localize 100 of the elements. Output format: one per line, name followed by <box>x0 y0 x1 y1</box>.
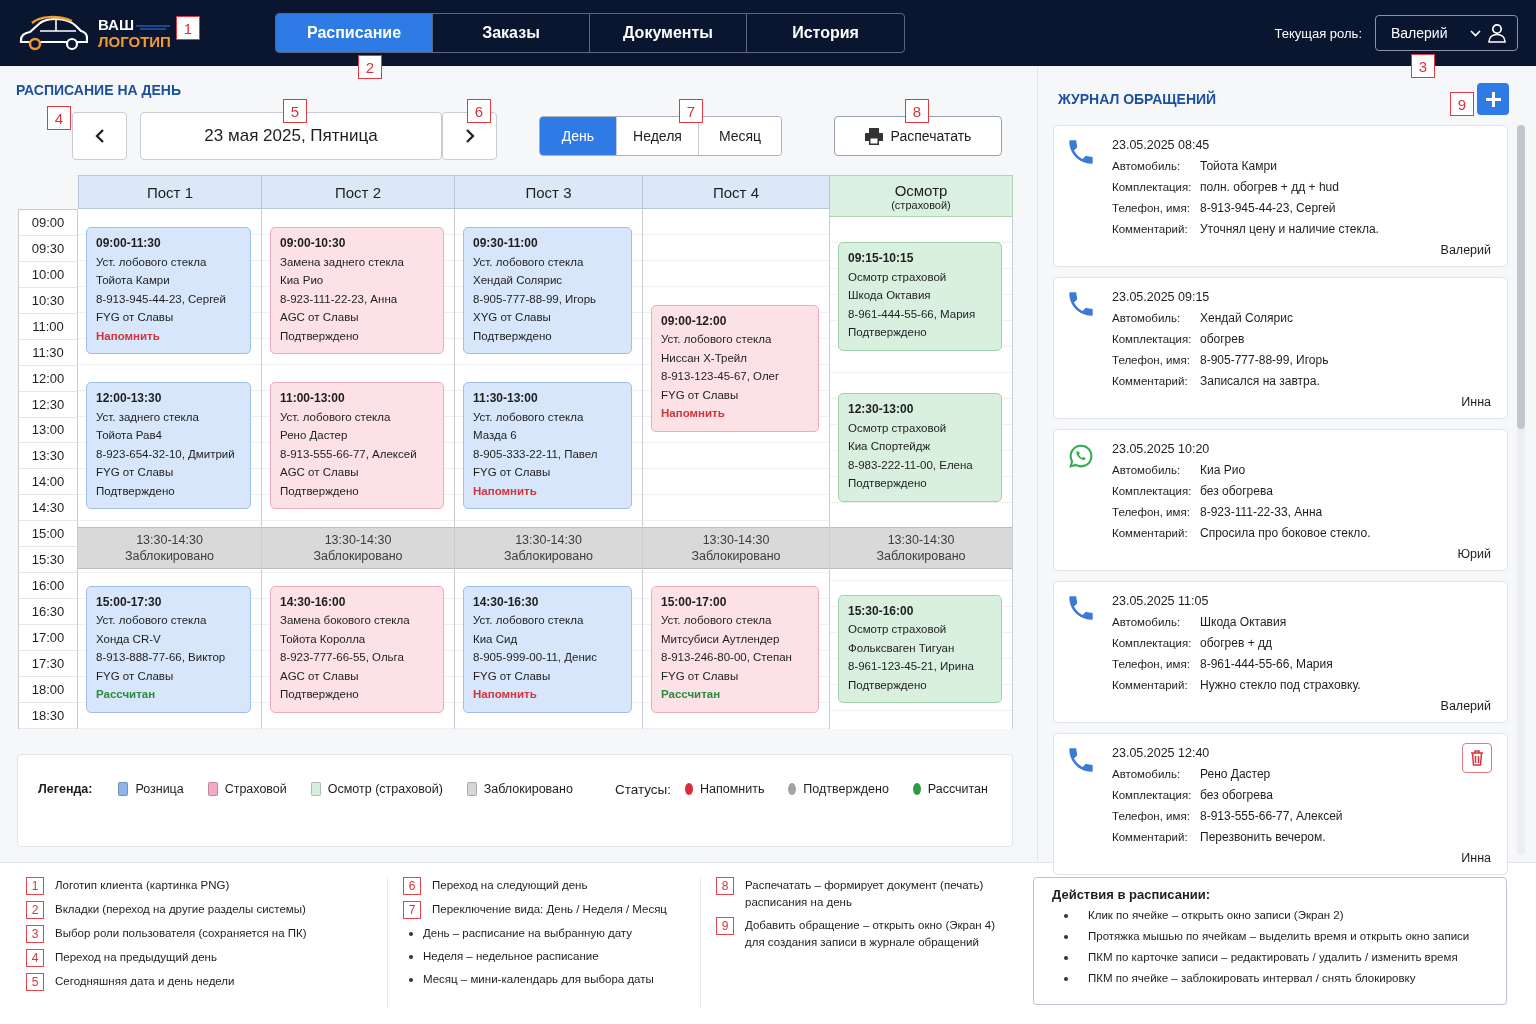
nav-tab[interactable]: Документы <box>590 14 747 52</box>
appointment-detail: 8-905-999-00-11, Денис <box>473 650 598 665</box>
annotation-marker: 5 <box>283 99 307 123</box>
scrollbar-thumb[interactable] <box>1517 125 1525 429</box>
appointment-detail: 8-983-222-11-00, Елена <box>848 457 974 473</box>
appointment-detail: 8-961-123-45-21, Ирина <box>848 659 975 675</box>
appointment-detail: Уст. лобового стекла <box>96 613 208 628</box>
appointment-time: 09:15-10:15 <box>848 250 915 268</box>
time-label: 16:00 <box>19 573 77 600</box>
appointment-detail: FYG от Славы <box>473 668 552 684</box>
appointment-status: Рассчитан <box>661 687 722 702</box>
field-value: без обогрева <box>1200 483 1273 500</box>
field-label: Комментарий: <box>1112 678 1189 693</box>
delete-button[interactable] <box>1462 743 1492 773</box>
journal-card[interactable]: 23.05.2025 12:40 Автомобиль: Рено Дастер Комплектация: без обогрева Телефон, имя: 8-913-555-66-77, Алексей Комментарий: Перезвонить вечером. Инна <box>1053 733 1508 875</box>
field-label: Телефон, имя: <box>1112 505 1191 520</box>
field-value: Шкода Октавия <box>1200 614 1287 631</box>
journal-card[interactable]: 23.05.2025 08:45 Автомобиль: Тойота Камри Комплектация: полн. обогрев + дд + hud Телефон, имя: 8-913-945-44-23, Сергей Комментарий: Уточнял цену и наличие стекла. Валерий <box>1053 125 1508 267</box>
field-value: 8-905-777-88-99, Игорь <box>1200 352 1329 369</box>
add-button[interactable] <box>1477 83 1509 115</box>
entry-datetime: 23.05.2025 09:15 <box>1112 289 1211 306</box>
time-label: 17:30 <box>19 650 77 677</box>
print-button[interactable]: Распечатать <box>834 116 1002 156</box>
journal-card[interactable]: 23.05.2025 11:05 Автомобиль: Шкода Октавия Комплектация: обогрев + дд Телефон, имя: 8-961-444-55-66, Мария Комментарий: Нужно стекло под страховку. Валерий <box>1053 581 1508 723</box>
blocked-cell[interactable]: 13:30-14:30 Заблокировано <box>455 527 642 569</box>
appointment-card[interactable]: 14:30-16:30 Уст. лобового стекла Киа Сид 8-905-999-00-11, Денис FYG от Славы Напомнить <box>463 585 632 713</box>
appointment-detail: 8-923-111-22-23, Анна <box>280 291 399 307</box>
blocked-cell[interactable]: 13:30-14:30 Заблокировано <box>643 527 829 569</box>
appointment-detail: Уст. лобового стекла <box>473 613 585 628</box>
appointment-card[interactable]: 11:30-13:00 Уст. лобового стекла Мазда 6 8-905-333-22-11, Павел FYG от Славы Напомнить <box>463 382 632 509</box>
note-number: 6 <box>403 877 421 895</box>
appointment-detail: 8-913-888-77-66, Виктор <box>96 650 227 665</box>
journal-card[interactable]: 23.05.2025 10:20 Автомобиль: Киа Рио Комплектация: без обогрева Телефон, имя: 8-923-111-22-33, Анна Комментарий: Спросила про боковое стекло. Юрий <box>1053 429 1508 571</box>
bullet-icon <box>1064 934 1068 939</box>
note-number: 9 <box>716 917 734 935</box>
appointment-detail: Уст. лобового стекла <box>473 254 585 270</box>
schedule-column[interactable] <box>643 209 830 729</box>
appointment-detail: AGC от Славы <box>280 465 360 480</box>
printer-icon <box>864 127 883 145</box>
appointment-time: 14:30-16:30 <box>473 593 540 611</box>
appointment-card[interactable]: 09:00-11:30 Уст. лобового стекла Тойота Камри 8-913-945-44-23, Сергей FYG от Славы Напомнить <box>86 227 251 354</box>
blocked-cell[interactable]: 13:30-14:30 Заблокировано <box>830 527 1012 569</box>
entry-author: Инна <box>1460 394 1491 411</box>
view-tab[interactable]: День <box>540 117 617 155</box>
schedule-column[interactable] <box>78 209 262 729</box>
journal-card[interactable]: 23.05.2025 09:15 Автомобиль: Хендай Солярис Комплектация: обогрев Телефон, имя: 8-905-777-88-99, Игорь Комментарий: Записался на завтра. Инна <box>1053 277 1508 419</box>
appointment-card[interactable]: 11:00-13:00 Уст. лобового стекла Рено Дастер 8-913-555-66-77, Алексей AGC от Славы Подтверждено <box>270 382 444 509</box>
blocked-cell[interactable]: 13:30-14:30 Заблокировано <box>262 527 454 569</box>
view-tab[interactable]: Месяц <box>699 117 781 155</box>
note-text: Клик по ячейке – открыть окно записи (Экран 2) <box>1088 908 1344 923</box>
appointment-status: Подтверждено <box>280 687 360 702</box>
nav-tab[interactable]: Заказы <box>433 14 590 52</box>
schedule-column[interactable] <box>455 209 643 729</box>
bullet-icon <box>409 977 413 982</box>
nav-tab[interactable]: История <box>747 14 904 52</box>
appointment-card[interactable]: 14:30-16:00 Замена бокового стекла Тойота Королла 8-923-777-66-55, Ольга AGC от Славы Подтверждено <box>270 585 444 713</box>
appointment-card[interactable]: 15:00-17:30 Уст. лобового стекла Хонда CR-V 8-913-888-77-66, Виктор FYG от Славы Рассчитан <box>86 585 251 713</box>
time-label: 09:30 <box>19 235 77 262</box>
appointment-card[interactable]: 12:00-13:30 Уст. заднего стекла Тойота Рав4 8-923-654-32-10, Дмитрий FYG от Славы Подтверждено <box>86 382 251 509</box>
appointment-card[interactable]: 15:30-16:00 Осмотр страховой Фольксваген Тигуан 8-961-123-45-21, Ирина Подтверждено <box>838 594 1002 704</box>
annotation-marker: 3 <box>1411 54 1435 78</box>
blocked-cell[interactable]: 13:30-14:30 Заблокировано <box>78 527 261 569</box>
annotation-marker: 1 <box>176 16 200 40</box>
annotation-marker: 8 <box>905 99 929 123</box>
time-label: 11:30 <box>19 339 77 366</box>
field-value: 8-961-444-55-66, Мария <box>1200 656 1333 673</box>
appointment-detail: FYG от Славы <box>661 668 740 684</box>
appointment-detail: 8-905-333-22-11, Павел <box>473 446 599 462</box>
entry-author: Юрий <box>1456 546 1491 563</box>
appointment-detail: Тойота Рав4 <box>96 428 163 443</box>
field-label: Автомобиль: <box>1112 615 1182 630</box>
appointment-detail: Тойота Королла <box>280 631 367 647</box>
appointment-card[interactable]: 09:15-10:15 Осмотр страховой Шкода Октавия 8-961-444-55-66, Мария Подтверждено <box>838 242 1002 351</box>
appointment-card[interactable]: 09:00-10:30 Замена заднего стекла Киа Рио 8-923-111-22-23, Анна AGC от Славы Подтверждено <box>270 227 444 354</box>
appointment-detail: Уст. лобового стекла <box>280 409 392 425</box>
time-label: 18:30 <box>19 702 77 729</box>
logo-text: ЛОГОТИП <box>98 33 171 50</box>
column-title: Пост 3 <box>525 183 572 201</box>
note-text: ПКМ по карточке записи – редактировать / удалить / изменить время <box>1088 950 1458 965</box>
view-tab[interactable]: Неделя <box>617 117 699 155</box>
appointment-card[interactable]: 09:30-11:00 Уст. лобового стекла Хендай Солярис 8-905-777-88-99, Игорь XYG от Славы Подтверждено <box>463 227 632 354</box>
note-number: 8 <box>716 877 734 895</box>
annotation-marker: 2 <box>358 55 382 79</box>
field-label: Телефон, имя: <box>1112 201 1191 216</box>
appointment-card[interactable]: 15:00-17:00 Уст. лобового стекла Митсубиси Аутлендер 8-913-246-80-00, Степан FYG от Славы Рассчитан <box>651 585 819 713</box>
schedule-column[interactable] <box>830 217 1013 729</box>
role-dropdown[interactable]: Валерий <box>1375 15 1518 51</box>
field-label: Автомобиль: <box>1112 159 1182 174</box>
note-number: 7 <box>403 901 421 919</box>
nav-tab[interactable]: Расписание <box>276 14 433 52</box>
annotation-marker: 7 <box>679 99 703 123</box>
schedule-column[interactable] <box>262 209 455 729</box>
appointment-detail: FYG от Славы <box>473 465 552 480</box>
time-label: 12:30 <box>19 391 77 418</box>
appointment-card[interactable]: 09:00-12:00 Уст. лобового стекла Ниссан X-Трейл 8-913-123-45-67, Олег FYG от Славы Напомнить <box>651 304 819 432</box>
appointment-status: Подтверждено <box>848 325 928 341</box>
appointment-card[interactable]: 12:30-13:00 Осмотр страховой Киа Спортейдж 8-983-222-11-00, Елена Подтверждено <box>838 393 1002 502</box>
note-number: 2 <box>26 901 44 919</box>
field-label: Комплектация: <box>1112 180 1193 195</box>
blocked-label: Заблокировано <box>691 548 781 564</box>
